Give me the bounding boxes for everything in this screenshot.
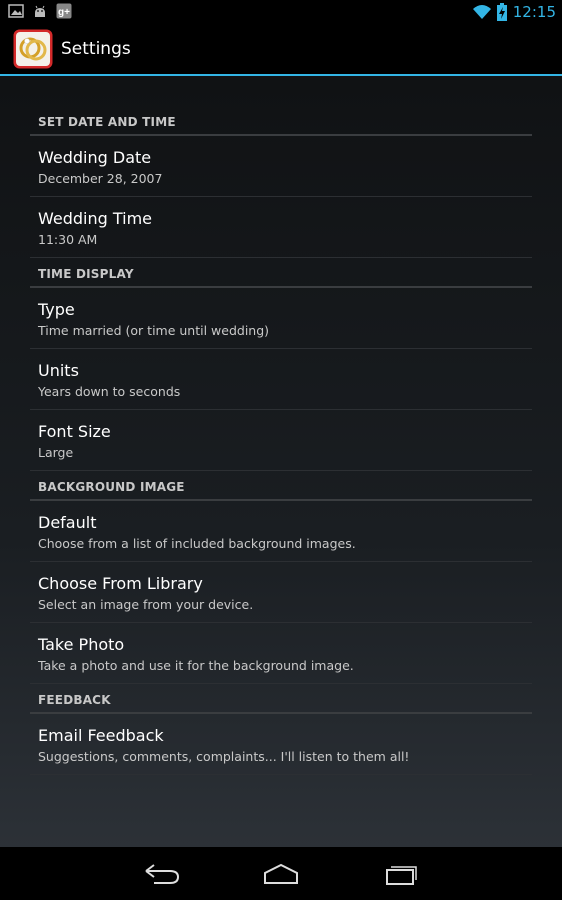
pref-wedding-time[interactable]: Wedding Time 11:30 AM	[30, 197, 532, 258]
pref-summary: Suggestions, comments, complaints... I'l…	[38, 749, 410, 764]
pref-summary: Take a photo and use it for the backgrou…	[38, 658, 354, 673]
section-header-background-image: BACKGROUND IMAGE	[30, 471, 532, 501]
section-header-feedback: FEEDBACK	[30, 684, 532, 714]
gallery-icon	[8, 4, 24, 18]
pref-summary: Large	[38, 445, 74, 460]
home-icon[interactable]	[261, 861, 301, 887]
page-title: Settings	[61, 39, 131, 59]
pref-title: Type	[38, 300, 75, 319]
pref-summary: Select an image from your device.	[38, 597, 254, 612]
pref-title: Take Photo	[38, 635, 125, 654]
screen: g+ 12:15 Settings SET DATE AND TIME Wedd…	[0, 0, 562, 900]
status-bar: g+ 12:15	[0, 0, 562, 24]
pref-type[interactable]: Type Time married (or time until wedding…	[30, 288, 532, 349]
pref-summary: Time married (or time until wedding)	[38, 323, 270, 338]
system-status-area[interactable]: 12:15	[472, 2, 556, 22]
battery-charging-icon	[496, 3, 507, 21]
notification-area[interactable]: g+	[8, 3, 72, 19]
recent-apps-icon[interactable]	[381, 861, 421, 887]
pref-title: Units	[38, 361, 79, 380]
pref-title: Wedding Date	[38, 148, 152, 167]
settings-content[interactable]: SET DATE AND TIME Wedding Date December …	[0, 76, 562, 847]
pref-title: Wedding Time	[38, 209, 153, 228]
pref-title: Default	[38, 513, 97, 532]
pref-title: Email Feedback	[38, 726, 164, 745]
pref-default-background[interactable]: Default Choose from a list of included b…	[30, 501, 532, 562]
google-plus-glyph: g+	[58, 7, 70, 18]
pref-summary: Choose from a list of included backgroun…	[38, 536, 356, 551]
pref-font-size[interactable]: Font Size Large	[30, 410, 532, 471]
pref-title: Font Size	[38, 422, 111, 441]
pref-summary: 11:30 AM	[38, 232, 98, 247]
back-icon[interactable]	[142, 861, 182, 887]
preference-list: SET DATE AND TIME Wedding Date December …	[30, 106, 532, 775]
action-bar: Settings	[0, 24, 562, 74]
pref-take-photo[interactable]: Take Photo Take a photo and use it for t…	[30, 623, 532, 684]
wifi-icon	[472, 5, 491, 19]
pref-summary: December 28, 2007	[38, 171, 163, 186]
section-header-date-time: SET DATE AND TIME	[30, 106, 532, 136]
pref-wedding-date[interactable]: Wedding Date December 28, 2007	[30, 136, 532, 197]
pref-summary: Years down to seconds	[38, 384, 181, 399]
pref-units[interactable]: Units Years down to seconds	[30, 349, 532, 410]
android-icon	[35, 5, 45, 17]
wedding-rings-icon[interactable]	[13, 29, 53, 69]
pref-choose-from-library[interactable]: Choose From Library Select an image from…	[30, 562, 532, 623]
navigation-bar	[0, 847, 562, 900]
google-plus-icon: g+	[56, 3, 72, 19]
section-header-time-display: TIME DISPLAY	[30, 258, 532, 288]
pref-title: Choose From Library	[38, 574, 203, 593]
pref-email-feedback[interactable]: Email Feedback Suggestions, comments, co…	[30, 714, 532, 775]
clock: 12:15	[512, 3, 556, 21]
